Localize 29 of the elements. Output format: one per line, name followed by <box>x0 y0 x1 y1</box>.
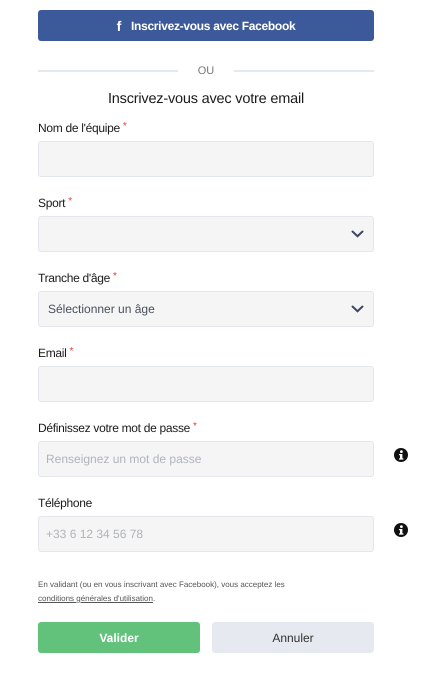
input-field[interactable]: Renseignez un mot de passe <box>38 441 374 477</box>
terms-link[interactable]: conditions générales d'utilisation <box>38 594 153 603</box>
select-field[interactable] <box>38 216 374 252</box>
cancel-button[interactable]: Annuler <box>212 622 374 653</box>
field-label: Définissez votre mot de passe <box>38 421 190 435</box>
divider-text: OU <box>198 65 214 77</box>
required-mark: * <box>193 421 197 432</box>
info-icon[interactable] <box>394 448 408 462</box>
facebook-signup-button[interactable]: f Inscrivez-vous avec Facebook <box>38 10 374 41</box>
input-field[interactable] <box>38 141 374 177</box>
info-icon[interactable] <box>394 523 408 537</box>
field-label: Tranche d'âge <box>38 271 110 285</box>
select-field[interactable]: Sélectionner un âge <box>38 291 374 327</box>
required-mark: * <box>68 196 72 207</box>
facebook-signup-label: Inscrivez-vous avec Facebook <box>131 18 296 32</box>
field-label: Email <box>38 346 67 360</box>
required-mark: * <box>122 121 126 132</box>
input-field[interactable] <box>38 366 374 402</box>
field-label: Téléphone <box>38 496 92 510</box>
chevron-down-icon <box>351 305 364 313</box>
form-title: Inscrivez-vous avec votre email <box>106 91 306 107</box>
required-mark: * <box>113 271 117 282</box>
field-label: Sport <box>38 196 66 210</box>
terms-notice: En validant (ou en vous inscrivant avec Facebook), vous acceptez les conditions générales d'utilisation. <box>38 579 286 605</box>
chevron-down-icon <box>351 230 364 238</box>
field-label: Nom de l'équipe <box>38 121 120 135</box>
input-field[interactable]: +33 6 12 34 56 78 <box>38 516 374 552</box>
required-mark: * <box>70 346 74 357</box>
facebook-icon: f <box>116 18 121 34</box>
